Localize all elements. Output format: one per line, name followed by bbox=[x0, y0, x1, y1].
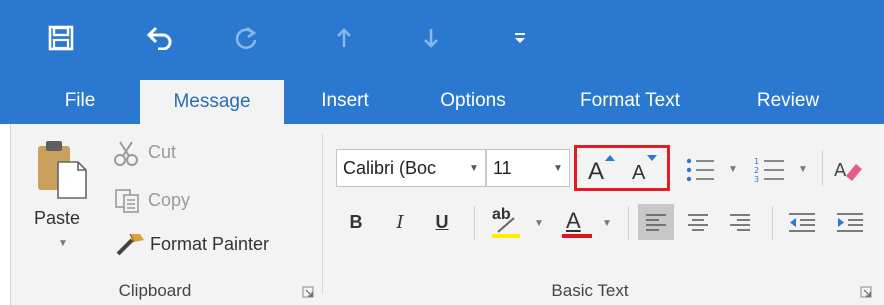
clipboard-launcher-icon[interactable] bbox=[302, 286, 314, 298]
down-arrow-icon[interactable] bbox=[413, 18, 449, 58]
tab-format-text[interactable]: Format Text bbox=[556, 78, 704, 124]
paste-label: Paste bbox=[34, 208, 81, 228]
italic-button[interactable]: I bbox=[384, 204, 416, 240]
toolbar-divider bbox=[772, 206, 773, 240]
cut-label: Cut bbox=[148, 142, 177, 162]
toolbar-divider bbox=[822, 150, 823, 186]
font-color-glyph: A bbox=[566, 208, 581, 233]
ribbon-border bbox=[10, 124, 11, 305]
font-name-value: Calibri (Boc bbox=[343, 158, 437, 178]
ribbon-edge bbox=[0, 124, 10, 305]
bold-button[interactable]: B bbox=[340, 204, 372, 240]
decrease-indent-button[interactable] bbox=[782, 204, 822, 240]
highlighter-icon bbox=[492, 217, 520, 238]
tab-insert[interactable]: Insert bbox=[300, 78, 390, 124]
font-color-swatch bbox=[562, 234, 592, 238]
copy-button[interactable]: Copy bbox=[112, 186, 212, 218]
scissors-icon bbox=[114, 141, 138, 166]
paste-icon bbox=[38, 141, 87, 199]
font-size-value: 11 bbox=[493, 158, 512, 178]
svg-text:1: 1 bbox=[754, 157, 759, 166]
tab-review[interactable]: Review bbox=[732, 78, 844, 124]
clear-formatting-icon: A bbox=[834, 160, 862, 181]
numbering-icon: 1 2 3 bbox=[754, 157, 784, 184]
group-separator bbox=[322, 134, 323, 294]
font-size-combo[interactable]: 11 ▼ bbox=[486, 149, 570, 187]
format-painter-label: Format Painter bbox=[150, 234, 270, 254]
save-icon[interactable] bbox=[43, 18, 79, 58]
font-color-dropdown-icon[interactable]: ▼ bbox=[602, 218, 612, 229]
svg-text:3: 3 bbox=[754, 175, 759, 184]
format-painter-icon bbox=[116, 233, 144, 256]
font-name-combo[interactable]: Calibri (Boc ▼ bbox=[336, 149, 486, 187]
align-center-button[interactable] bbox=[680, 204, 716, 240]
align-left-icon bbox=[646, 214, 666, 231]
align-right-button[interactable] bbox=[722, 204, 758, 240]
ribbon: Paste ▼ Cut Copy Format Painter Clipboar… bbox=[0, 124, 884, 305]
copy-label: Copy bbox=[148, 190, 191, 210]
tab-options[interactable]: Options bbox=[417, 78, 529, 124]
bullets-icon bbox=[686, 158, 714, 182]
increase-indent-button[interactable] bbox=[830, 204, 870, 240]
align-center-icon bbox=[688, 214, 708, 231]
highlight-dropdown-icon[interactable]: ▼ bbox=[534, 218, 544, 229]
basic-text-group-label: Basic Text bbox=[551, 281, 629, 300]
align-left-button[interactable] bbox=[638, 204, 674, 240]
svg-text:2: 2 bbox=[754, 166, 759, 175]
basic-text-launcher-icon[interactable] bbox=[860, 286, 872, 298]
align-right-icon bbox=[730, 214, 750, 231]
svg-text:A: A bbox=[834, 160, 847, 181]
font-size-highlight-box bbox=[574, 145, 670, 191]
font-color-button[interactable]: A ▼ bbox=[558, 204, 622, 244]
numbering-button[interactable]: 1 2 3 ▼ bbox=[752, 152, 812, 188]
toolbar-divider bbox=[628, 206, 629, 240]
clipboard-group-label: Clipboard bbox=[118, 281, 192, 300]
paste-dropdown-icon[interactable]: ▼ bbox=[58, 238, 68, 249]
font-name-dropdown-icon[interactable]: ▼ bbox=[463, 150, 485, 186]
undo-icon[interactable] bbox=[142, 18, 178, 58]
toolbar-divider bbox=[474, 206, 475, 240]
bullets-dropdown-icon[interactable]: ▼ bbox=[728, 164, 738, 175]
bullets-button[interactable]: ▼ bbox=[684, 152, 742, 188]
font-size-dropdown-icon[interactable]: ▼ bbox=[547, 150, 569, 186]
clear-formatting-button[interactable]: A bbox=[832, 152, 872, 188]
paste-button[interactable]: Paste ▼ bbox=[30, 136, 100, 266]
highlight-button[interactable]: ab ▼ bbox=[482, 204, 550, 244]
cut-button[interactable]: Cut bbox=[112, 138, 212, 170]
copy-icon bbox=[115, 189, 139, 213]
customize-qat-icon[interactable] bbox=[502, 18, 538, 58]
underline-button[interactable]: U bbox=[426, 204, 458, 240]
redo-icon[interactable] bbox=[228, 18, 264, 58]
ribbon-tabs: File Message Insert Options Format Text … bbox=[0, 78, 884, 124]
decrease-indent-icon bbox=[789, 213, 815, 232]
format-painter-button[interactable]: Format Painter bbox=[112, 228, 312, 262]
tab-file[interactable]: File bbox=[38, 78, 122, 124]
quick-access-toolbar bbox=[0, 0, 884, 78]
numbering-dropdown-icon[interactable]: ▼ bbox=[798, 164, 808, 175]
up-arrow-icon[interactable] bbox=[326, 18, 362, 58]
increase-indent-icon bbox=[837, 213, 863, 232]
tab-message[interactable]: Message bbox=[140, 80, 284, 124]
